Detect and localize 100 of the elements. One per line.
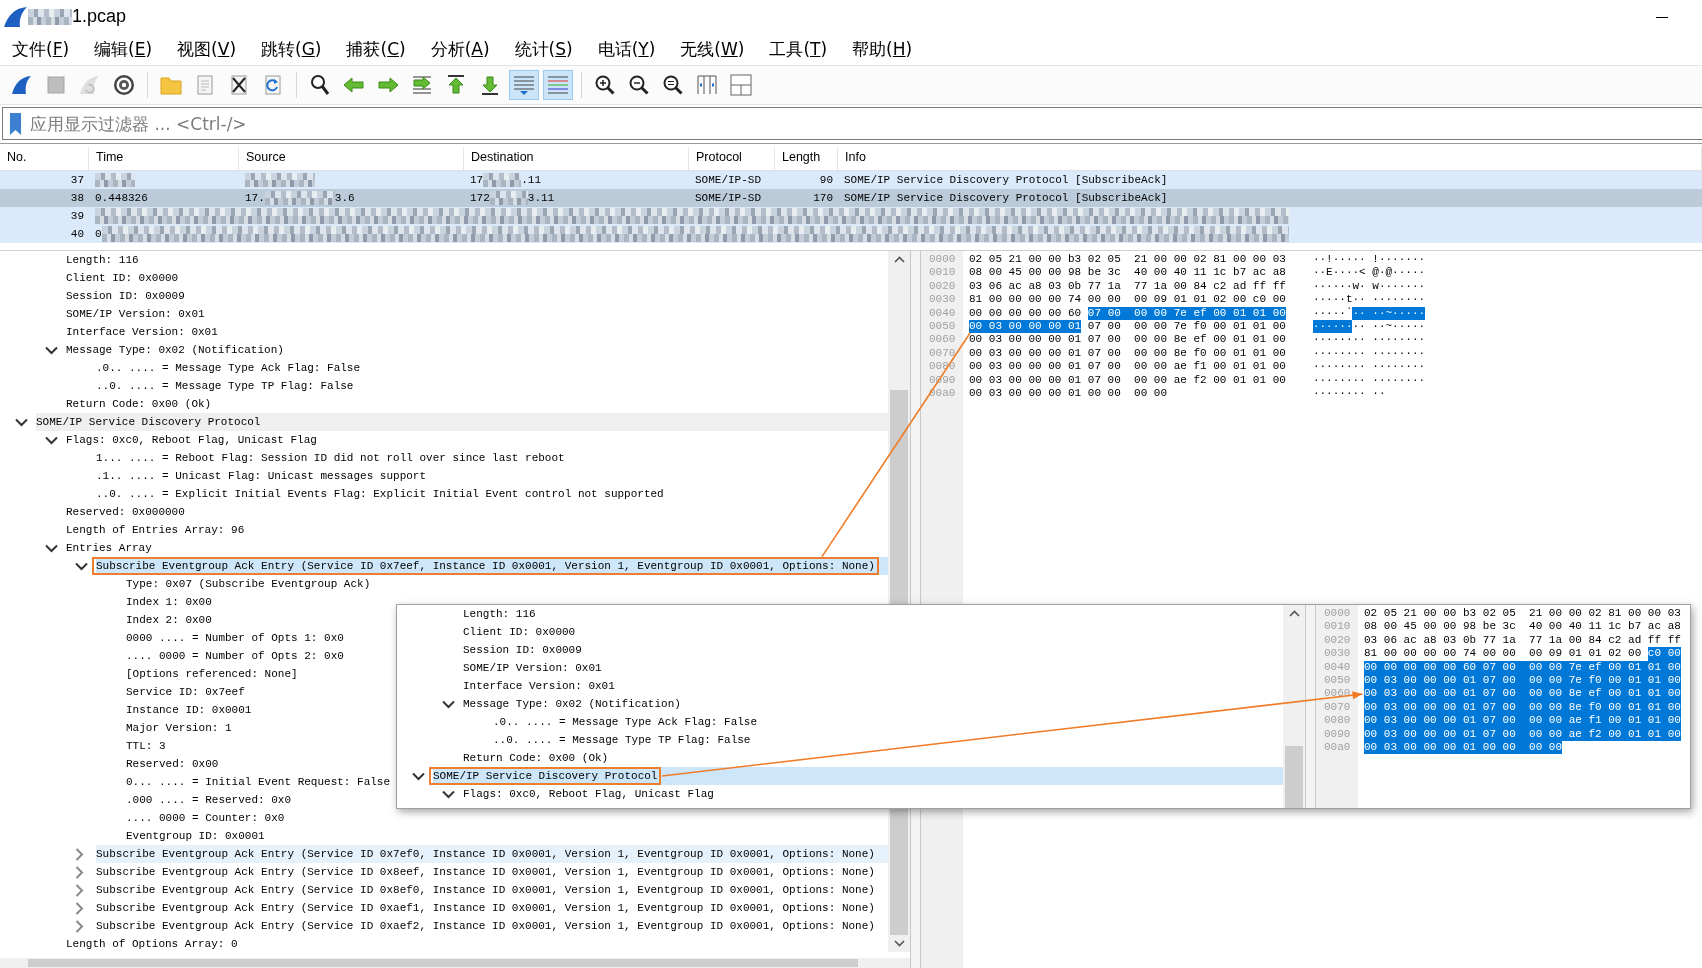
packet-row[interactable]: 37 17 .11 SOME/IP-SD 90 SOME/IP Service Discovery Protocol [SubscribeAck] [0,171,1702,189]
scrollbar-thumb[interactable] [28,959,858,967]
tree-item[interactable]: 0000 .... = Number of Opts 1: 0x0 [122,629,348,647]
chevron-down-icon[interactable] [442,699,455,709]
chevron-down-icon[interactable] [45,345,58,355]
scrollbar-thumb[interactable] [1285,746,1303,808]
tree-item[interactable]: Entries Array [62,539,156,557]
menu-item[interactable]: 统计(S) [503,34,586,64]
menu-item[interactable]: 捕获(C) [335,34,419,64]
tree-item[interactable]: Message Type: 0x02 (Notification) [62,341,288,359]
filter-bar[interactable]: 应用显示过滤器 ... <Ctrl-/> [2,107,1702,140]
tree-item[interactable]: Return Code: 0x00 (Ok) [62,395,216,413]
vertical-scrollbar[interactable] [1283,605,1305,808]
tree-item[interactable]: Message Type: 0x02 (Notification) [459,695,685,713]
tree-item[interactable]: Subscribe Eventgroup Ack Entry (Service ID 0x8eef, Instance ID 0x0001, Version 1, Eventgroup ID 0x0001, Options: None) [92,863,879,881]
column-header[interactable]: Protocol [689,147,775,170]
tree-item[interactable]: Subscribe Eventgroup Ack Entry (Service ID 0x7ef0, Instance ID 0x0001, Version 1, Eventgroup ID 0x0001, Options: None) [92,845,879,863]
tree-item[interactable]: Flags: 0xc0, Reboot Flag, Unicast Flag [459,785,718,803]
chevron-right-icon[interactable] [75,883,84,897]
tree-item[interactable]: Service ID: 0x7eef [122,683,249,701]
chevron-down-icon[interactable] [45,435,58,445]
tree-item[interactable]: Flags: 0xc0, Reboot Flag, Unicast Flag [62,431,321,449]
column-header[interactable]: Destination [464,147,689,170]
tree-item[interactable]: TTL: 3 [122,737,170,755]
chevron-down-icon[interactable] [412,771,425,781]
tree-item[interactable]: .0.. .... = Message Type Ack Flag: False [92,359,365,377]
tree-item[interactable]: Index 2: 0x00 [122,611,216,629]
column-header[interactable]: No. [0,147,89,170]
tree-item[interactable]: Interface Version: 0x01 [62,323,222,341]
tree-item[interactable]: Length: 116 [459,605,540,623]
column-header[interactable]: Info [838,147,1702,170]
tree-item[interactable]: Type: 0x07 (Subscribe Eventgroup Ack) [122,575,375,593]
chevron-down-icon[interactable] [15,417,28,427]
tree-item[interactable]: [Options referenced: None] [122,665,302,683]
tree-item[interactable]: Subscribe Eventgroup Ack Entry (Service ID 0xaef2, Instance ID 0x0001, Version 1, Eventgroup ID 0x0001, Options: None) [92,917,879,935]
tree-item[interactable]: ..0. .... = Explicit Initial Events Flag: Explicit Initial Event control not supported [92,485,668,503]
column-header[interactable]: Time [89,147,239,170]
tree-item[interactable]: Session ID: 0x0009 [62,287,189,305]
tree-item[interactable]: .0.. .... = Message Type Ack Flag: False [489,713,762,731]
tree-item[interactable]: Length of Options Array: 0 [62,935,242,953]
column-header[interactable]: Length [775,147,838,170]
tree-item[interactable]: Reserved: 0x000000 [62,503,189,521]
tree-item[interactable]: Subscribe Eventgroup Ack Entry (Service ID 0x7eef, Instance ID 0x0001, Version 1, Eventgroup ID 0x0001, Options: None) [92,557,879,575]
tree-item[interactable]: SOME/IP Service Discovery Protocol [429,767,662,785]
tree-item[interactable]: Client ID: 0x0000 [62,269,183,287]
tree-item[interactable]: SOME/IP Version: 0x01 [459,659,606,677]
tree-item[interactable]: Interface Version: 0x01 [459,677,619,695]
tree-item[interactable]: Subscribe Eventgroup Ack Entry (Service ID 0x8ef0, Instance ID 0x0001, Version 1, Eventgroup ID 0x0001, Options: None) [92,881,879,899]
menu-item[interactable]: 帮助(H) [841,34,926,64]
packet-row[interactable]: 40 0 [0,225,1702,243]
tree-item[interactable]: Instance ID: 0x0001 [122,701,256,719]
tree-item[interactable]: ..0. .... = Message Type TP Flag: False [489,731,755,749]
packet-row[interactable]: 39 [0,207,1702,225]
chevron-right-icon[interactable] [75,865,84,879]
hex-bytes: 00 03 00 00 00 01 00 00 00 00 [969,386,1168,401]
restart-icon [78,73,102,97]
menu-item[interactable]: 电话(Y) [586,34,669,64]
tree-item[interactable]: Client ID: 0x0000 [459,623,580,641]
tree-item[interactable]: Subscribe Eventgroup Ack Entry (Service ID 0xaef1, Instance ID 0x0001, Version 1, Eventgroup ID 0x0001, Options: None) [92,899,879,917]
ascii-text: ··!····· !······· [1312,253,1426,267]
menu-item[interactable]: 无线(W) [669,34,758,64]
tree-item[interactable]: .1.. .... = Unicast Flag: Unicast messages support [92,467,431,485]
tree-item[interactable]: Session ID: 0x0009 [459,641,586,659]
chevron-down-icon[interactable] [45,543,58,553]
tree-item[interactable]: Reserved: 0x00 [122,755,223,773]
tree-item[interactable]: SOME/IP Service Discovery Protocol [32,413,265,431]
menu-item[interactable]: 视图(V) [166,34,249,64]
scroll-down-icon[interactable] [893,939,905,947]
tree-item[interactable]: 1... .... = Reboot Flag: Session ID did not roll over since last reboot [92,449,569,467]
tree-item[interactable]: .... 0000 = Number of Opts 2: 0x0 [122,647,348,665]
filter-field[interactable]: 应用显示过滤器 ... <Ctrl-/> [30,113,1702,134]
chevron-right-icon[interactable] [75,901,84,915]
column-header[interactable]: Source [239,147,464,170]
chevron-down-icon[interactable] [442,789,455,799]
menu-item[interactable]: 编辑(E) [83,34,166,64]
tree-item[interactable]: .... 0000 = Counter: 0x0 [122,809,289,827]
tree-item[interactable]: SOME/IP Version: 0x01 [62,305,209,323]
menu-item[interactable]: 跳转(G) [250,34,335,64]
chevron-right-icon[interactable] [75,847,84,861]
scroll-up-icon[interactable] [1288,610,1300,618]
tree-item[interactable]: ..0. .... = Message Type TP Flag: False [92,377,358,395]
tree-item[interactable]: 0... .... = Initial Event Request: False [122,773,395,791]
tree-item[interactable]: Length: 116 [62,251,143,269]
horizontal-scrollbar[interactable] [0,958,910,968]
tree-item[interactable]: Eventgroup ID: 0x0001 [122,827,269,845]
bookmark-icon[interactable] [9,112,22,135]
hex-bytes: 07 00 00 00 7e ef 00 01 01 00 [1087,306,1286,320]
menu-item[interactable]: 分析(A) [419,34,503,64]
tree-item[interactable]: .000 .... = Reserved: 0x0 [122,791,296,809]
hex-bytes: c0 00 [1647,647,1681,661]
tree-item[interactable]: Major Version: 1 [122,719,236,737]
tree-item[interactable]: Length of Entries Array: 96 [62,521,249,539]
chevron-right-icon[interactable] [75,919,84,933]
tree-item[interactable]: Return Code: 0x00 (Ok) [459,749,613,767]
packet-row[interactable]: 38 0.448326 17. 3.6 172 3.11 SOME/IP-SD 170 SOME/IP Service Discovery Protocol [SubscribeAck] [0,189,1702,207]
menu-item[interactable]: 文件(F) [1,34,83,64]
scroll-up-icon[interactable] [893,256,905,264]
chevron-down-icon[interactable] [75,561,88,571]
tree-item[interactable]: Index 1: 0x00 [122,593,216,611]
menu-item[interactable]: 工具(T) [758,34,841,64]
